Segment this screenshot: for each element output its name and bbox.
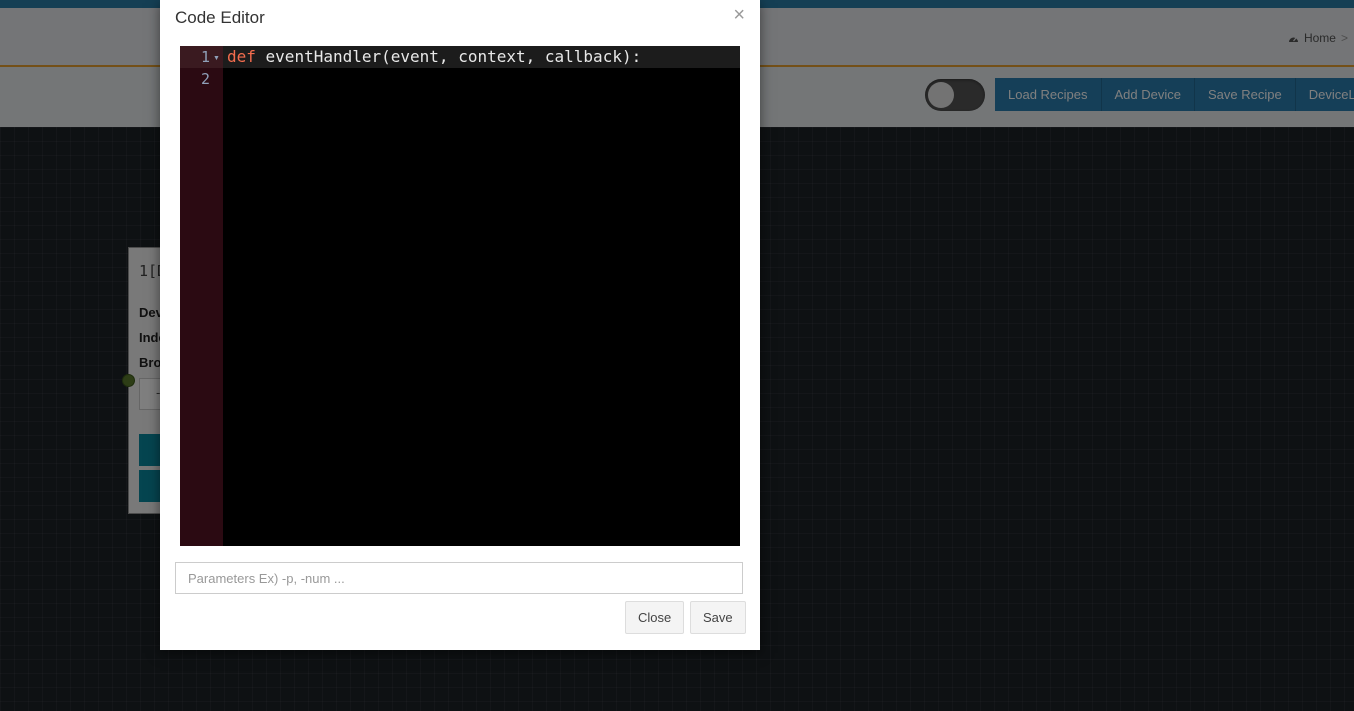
code-editor[interactable]: 1 ▼ 2 def eventHandler(event, context, c… [180, 46, 740, 546]
line-number: 1 [200, 48, 210, 66]
code-line: def eventHandler(event, context, callbac… [227, 46, 641, 68]
close-icon[interactable]: × [733, 5, 745, 25]
code-editor-modal: Code Editor × 1 ▼ 2 def eventHandler(eve… [160, 0, 760, 650]
editor-gutter [180, 46, 223, 546]
code-keyword: def [227, 47, 256, 66]
save-button[interactable]: Save [690, 601, 746, 634]
fold-arrow-icon[interactable]: ▼ [213, 55, 220, 62]
parameters-input[interactable] [175, 562, 743, 594]
close-button[interactable]: Close [625, 601, 685, 634]
modal-title: Code Editor [175, 8, 265, 27]
code-text: eventHandler(event, context, callback): [255, 47, 642, 66]
line-number: 2 [200, 70, 210, 88]
